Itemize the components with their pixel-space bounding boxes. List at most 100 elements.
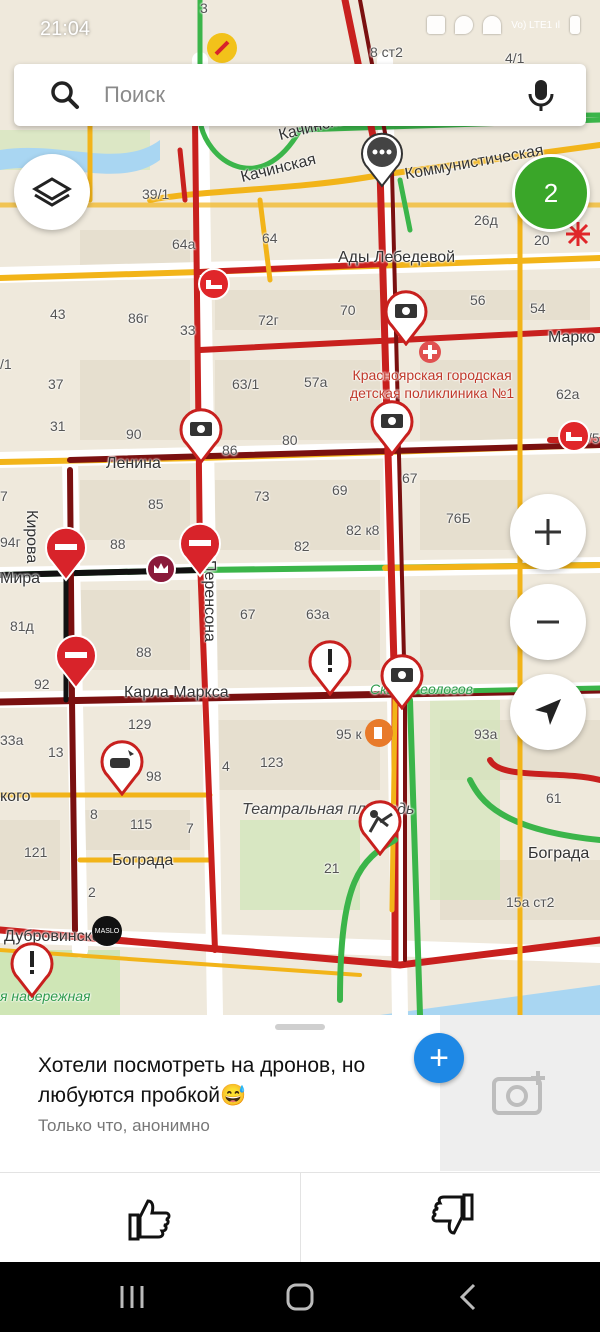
house-number: 67 (240, 606, 256, 622)
house-number: 61 (546, 790, 562, 806)
house-number: 15а ст2 (506, 894, 555, 910)
landmark-crown-icon[interactable] (146, 554, 176, 584)
road-closed-pin-icon[interactable] (178, 522, 222, 578)
event-sheet[interactable]: Хотели посмотреть на дронов, но любуются… (0, 1015, 600, 1262)
event-message: Хотели посмотреть на дронов, но любуются… (38, 1054, 366, 1107)
warning-pin-icon[interactable] (10, 942, 54, 998)
house-number: 43 (50, 306, 66, 322)
street-label-bograda-2: Бограда (528, 845, 590, 862)
house-number: 94г (0, 534, 21, 550)
touch-poi-icon[interactable] (364, 718, 394, 748)
house-number: 93а (474, 726, 498, 742)
house-number: 33 (180, 322, 196, 338)
sheet-drag-handle[interactable] (275, 1024, 325, 1030)
camera-pin-icon[interactable] (370, 400, 414, 456)
house-number: 72г (258, 312, 279, 328)
recent-apps-icon[interactable] (114, 1282, 150, 1312)
camera-pin-icon[interactable] (384, 290, 428, 346)
poi-label-clinic[interactable]: Красноярская городская детская поликлини… (350, 366, 514, 402)
house-number: 88 (136, 644, 152, 660)
street-label-ady-lebedevoy: Ады Лебедевой (338, 249, 456, 266)
house-number: 90 (126, 426, 142, 442)
house-number: 64 (262, 230, 278, 246)
chat-pin-icon[interactable] (360, 132, 404, 188)
house-number: 54 (530, 300, 546, 316)
add-comment-button[interactable]: + (414, 1033, 464, 1083)
house-number: 129 (128, 716, 152, 732)
notification-count-badge[interactable]: 2 (512, 154, 590, 232)
wifi-icon (483, 16, 502, 34)
house-number: 20 (534, 232, 550, 248)
house-number: 2 (88, 884, 96, 900)
minus-icon (537, 620, 559, 624)
system-nav-bar (0, 1262, 600, 1332)
thumbs-down-icon[interactable] (428, 1191, 476, 1239)
search-input[interactable]: Поиск (104, 82, 165, 108)
road-closed-pin-icon[interactable] (44, 526, 88, 582)
my-location-button[interactable] (510, 674, 586, 750)
maslo-marker[interactable]: MASLO (92, 916, 122, 946)
thumbs-up-icon[interactable] (126, 1195, 174, 1243)
camera-pin-icon[interactable] (380, 654, 424, 710)
status-time: 21:04 (40, 18, 91, 40)
street-label-kogo: кого (0, 788, 31, 805)
hotel-icon[interactable] (558, 420, 590, 452)
house-number: 80 (282, 432, 298, 448)
navigation-arrow-icon (535, 699, 561, 725)
add-photo-camera-icon (492, 1071, 545, 1115)
back-icon[interactable] (452, 1282, 488, 1312)
zoom-out-button[interactable] (510, 584, 586, 660)
house-number: 7 (186, 820, 194, 836)
network-indicator: Vo) LTE1 ıl (511, 19, 560, 31)
status-bar: 21:04 Vo) LTE1 ıl (0, 0, 600, 60)
house-number: 123 (260, 754, 284, 770)
status-icons: Vo) LTE1 ıl (427, 16, 580, 34)
street-label-karla-marksa: Карла Маркса (124, 684, 229, 701)
location-icon (455, 16, 474, 34)
plus-icon: + (429, 1038, 449, 1077)
house-number: 115 (130, 816, 153, 832)
street-label-mira: Мира (0, 570, 41, 587)
house-number: 82 к8 (346, 522, 380, 538)
house-number: 56 (470, 292, 486, 308)
roadworks-pin-icon[interactable] (358, 800, 402, 856)
hospital-icon[interactable] (418, 340, 442, 364)
home-icon[interactable] (282, 1282, 318, 1312)
house-number: 57а (304, 374, 328, 390)
house-number: /1 (0, 356, 12, 372)
warning-pin-icon[interactable] (308, 640, 352, 696)
plus-icon (535, 519, 561, 545)
house-number: 81д (10, 618, 34, 634)
street-label-kirova: Кирова (23, 510, 40, 564)
house-number: 86 (222, 442, 238, 458)
house-number: 95 к (336, 726, 362, 742)
accident-pin-icon[interactable] (100, 740, 144, 796)
house-number: 31 (50, 418, 66, 434)
house-number: 7 (0, 488, 8, 504)
street-label-marko: Марко (548, 329, 596, 346)
house-number: 13 (48, 744, 64, 760)
house-number: 82 (294, 538, 310, 554)
zoom-in-button[interactable] (510, 494, 586, 570)
road-closed-pin-icon[interactable] (54, 634, 98, 690)
house-number: 73 (254, 488, 270, 504)
house-number: 62а (556, 386, 580, 402)
house-number: 8 (90, 806, 98, 822)
house-number: 64а (172, 236, 196, 252)
street-label-lenina: Ленина (106, 455, 161, 472)
search-bar[interactable]: Поиск (14, 64, 586, 126)
microphone-icon[interactable] (526, 78, 556, 112)
house-number: 69 (332, 482, 348, 498)
house-number: 39/1 (142, 186, 170, 202)
camera-pin-icon[interactable] (179, 408, 223, 464)
traffic-map[interactable]: Качинская Качинская Коммунистическая Ады… (0, 0, 600, 1015)
house-number: 70 (340, 302, 356, 318)
house-number: 86г (128, 310, 149, 326)
layers-button[interactable] (14, 154, 90, 230)
search-icon (51, 81, 79, 109)
hotel-icon[interactable] (198, 268, 230, 300)
street-label-bograda: Бограда (112, 852, 174, 869)
add-photo-area[interactable] (440, 1015, 600, 1171)
house-number: 88 (110, 536, 126, 552)
house-number: 121 (24, 844, 48, 860)
